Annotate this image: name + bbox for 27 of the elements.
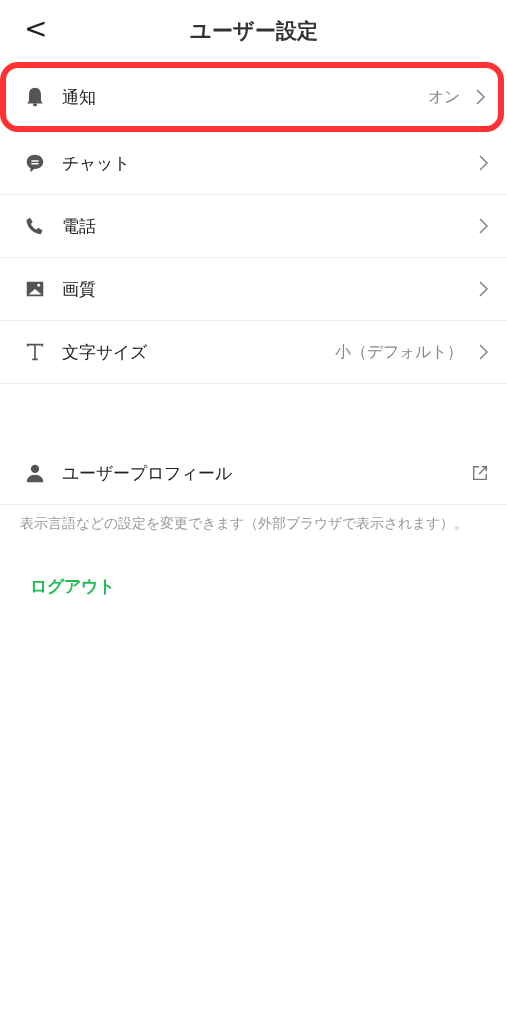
chat-icon xyxy=(24,152,46,174)
settings-row[interactable]: チャット xyxy=(0,132,507,195)
row-value: 小（デフォルト） xyxy=(335,341,463,363)
row-label: チャット xyxy=(62,151,131,175)
external-link-icon xyxy=(471,464,489,482)
text-icon xyxy=(24,341,46,363)
back-button[interactable]: < xyxy=(18,12,54,45)
phone-icon xyxy=(24,215,46,237)
settings-row[interactable]: 文字サイズ 小（デフォルト） xyxy=(0,321,507,384)
row-label: 文字サイズ xyxy=(62,340,148,364)
row-label: ユーザープロフィール xyxy=(62,461,233,485)
row-label: 電話 xyxy=(62,214,97,238)
row-value: オン xyxy=(428,86,460,108)
person-icon xyxy=(24,462,46,484)
chevron-icon xyxy=(477,342,489,362)
chevron-icon xyxy=(477,153,489,173)
settings-row[interactable]: 通知 オン xyxy=(0,62,504,132)
profile-note: 表示言語などの設定を変更できます（外部ブラウザで表示されます）。 xyxy=(20,515,469,533)
page-title: ユーザー設定 xyxy=(189,18,318,45)
settings-row[interactable]: 電話 xyxy=(0,195,507,258)
chevron-icon xyxy=(477,279,489,299)
row-label: 通知 xyxy=(62,85,97,109)
profile-row[interactable]: ユーザープロフィール xyxy=(0,442,507,505)
row-label: 画質 xyxy=(62,277,97,301)
settings-row[interactable]: 画質 xyxy=(0,258,507,321)
chevron-icon xyxy=(474,87,486,107)
chevron-icon xyxy=(477,216,489,236)
